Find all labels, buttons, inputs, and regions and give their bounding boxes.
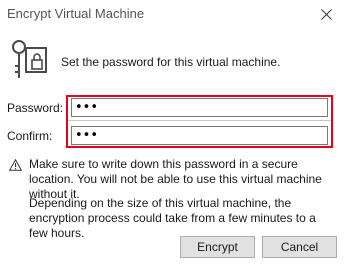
header-description: Set the password for this virtual machin…	[61, 55, 281, 69]
cancel-button[interactable]: Cancel	[262, 236, 337, 258]
close-button[interactable]	[316, 4, 336, 24]
info-message: Depending on the size of this virtual ma…	[29, 196, 316, 240]
title-bar: Encrypt Virtual Machine	[0, 0, 344, 28]
password-label: Password:	[7, 101, 64, 115]
warning-triangle-icon	[9, 159, 22, 171]
password-field[interactable]	[71, 98, 328, 117]
confirm-label: Confirm:	[7, 129, 53, 143]
encrypt-button[interactable]: Encrypt	[180, 236, 255, 258]
key-lock-icon	[12, 40, 47, 78]
field-divider	[68, 120, 331, 121]
encrypt-vm-dialog: Encrypt Virtual Machine Set the password…	[0, 0, 344, 268]
window-title: Encrypt Virtual Machine	[7, 6, 145, 21]
close-icon	[320, 8, 332, 20]
confirm-password-field[interactable]	[71, 126, 328, 145]
